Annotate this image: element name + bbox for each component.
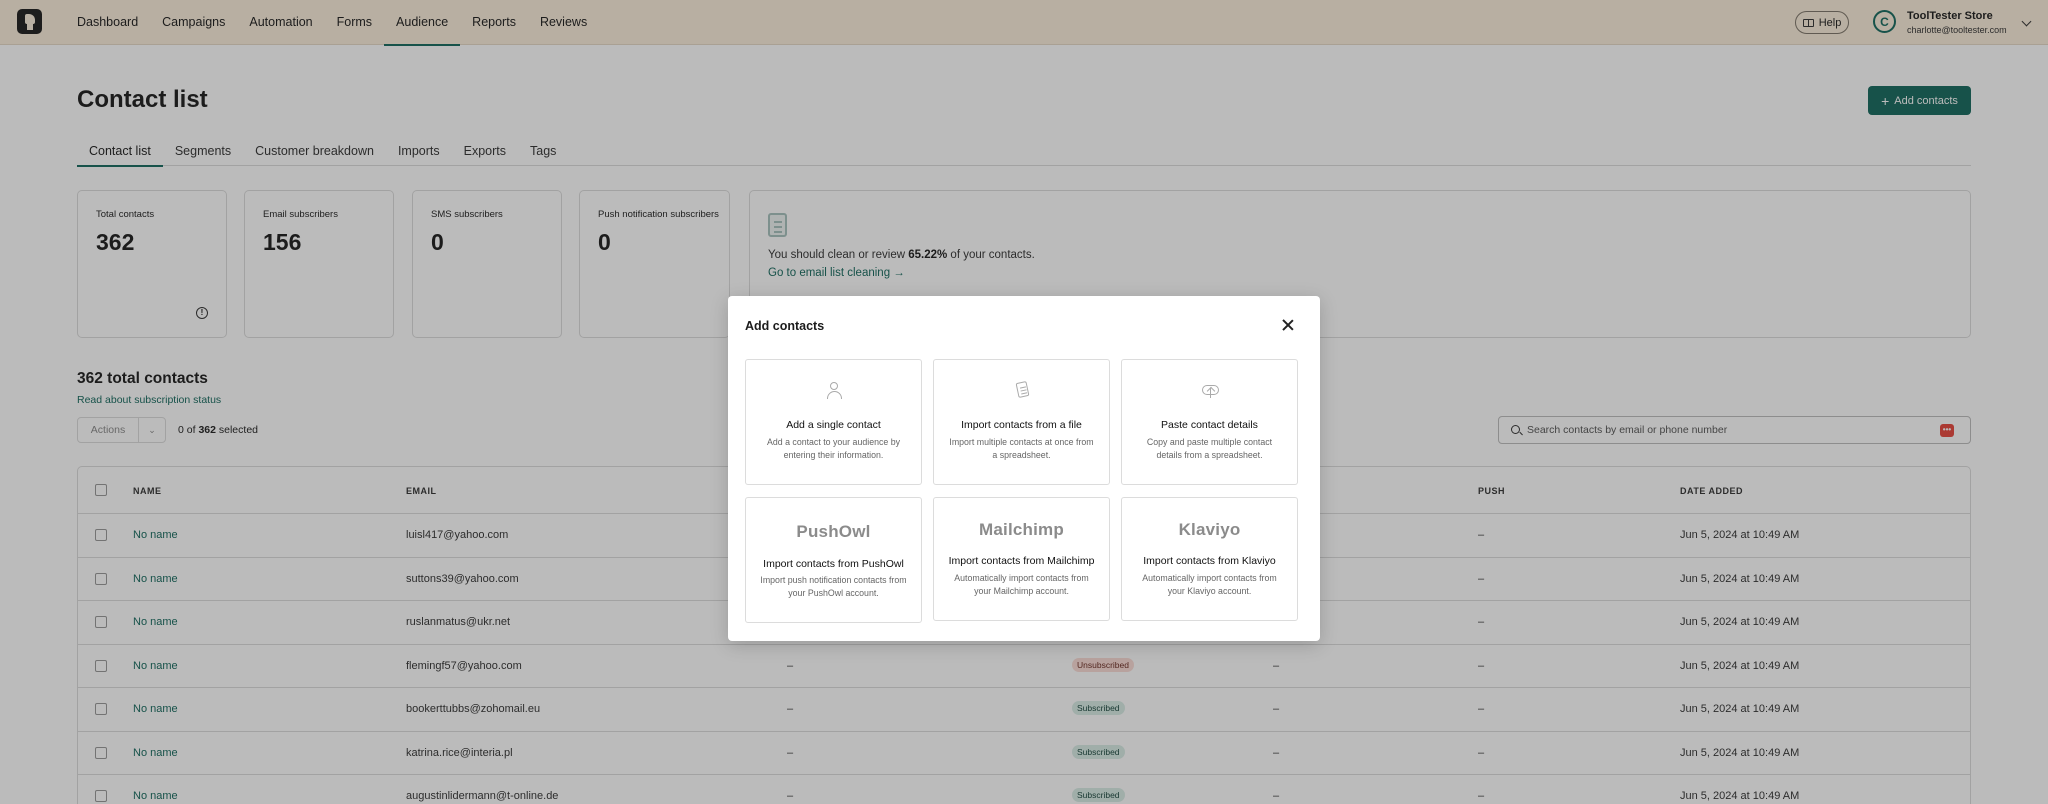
option-title: Paste contact details <box>1161 419 1258 431</box>
klaviyo-logo: Klaviyo <box>1178 520 1241 539</box>
option-description: Automatically import contacts from your … <box>1142 573 1277 596</box>
option-paste-contact-details[interactable]: Paste contact details Copy and paste mul… <box>1121 359 1298 485</box>
option-import-pushowl[interactable]: PushOwl Import contacts from PushOwl Imp… <box>745 497 922 623</box>
option-description: Add a contact to your audience by enteri… <box>766 437 901 460</box>
option-title: Import contacts from PushOwl <box>763 558 904 570</box>
person-icon <box>826 382 843 399</box>
pushowl-logo: PushOwl <box>796 522 871 541</box>
option-title: Import contacts from Klaviyo <box>1143 555 1276 567</box>
option-add-single-contact[interactable]: Add a single contact Add a contact to yo… <box>745 359 922 485</box>
file-icon <box>1014 381 1031 399</box>
option-import-klaviyo[interactable]: Klaviyo Import contacts from Klaviyo Aut… <box>1121 497 1298 621</box>
modal-title: Add contacts <box>745 319 825 333</box>
cloud-upload-icon <box>1202 382 1219 399</box>
option-title: Import contacts from Mailchimp <box>948 555 1095 567</box>
option-description: Import push notification contacts from y… <box>760 575 907 598</box>
option-import-mailchimp[interactable]: Mailchimp Import contacts from Mailchimp… <box>933 497 1110 621</box>
option-description: Copy and paste multiple contact details … <box>1146 437 1273 460</box>
option-import-from-file[interactable]: Import contacts from a file Import multi… <box>933 359 1110 485</box>
option-title: Add a single contact <box>786 419 881 431</box>
close-icon[interactable] <box>1280 317 1296 333</box>
option-description: Automatically import contacts from your … <box>954 573 1089 596</box>
option-title: Import contacts from a file <box>961 419 1082 431</box>
add-contacts-modal: Add contacts Add a single contact Add a … <box>728 296 1320 641</box>
option-description: Import multiple contacts at once from a … <box>949 437 1094 460</box>
mailchimp-logo: Mailchimp <box>979 520 1064 539</box>
